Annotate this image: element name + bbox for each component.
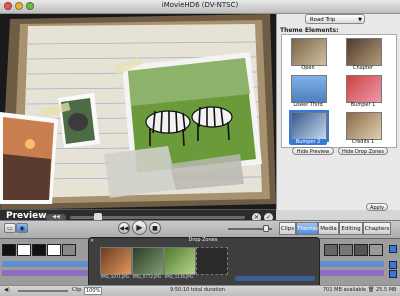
trash-size: 25.5 MB [376, 287, 397, 293]
timeline-clip[interactable] [369, 244, 383, 256]
theme-tile-label: Bumper 1 [350, 102, 376, 108]
window-title: iMovieHD6 (DV-NTSC) [161, 1, 239, 9]
total-duration: 9:50:10 total duration [170, 287, 225, 293]
timeline-clip[interactable] [339, 244, 353, 256]
audio-track[interactable] [320, 261, 384, 267]
theme-select-value: Road Trip [310, 17, 336, 23]
track-visibility-checkbox[interactable] [389, 270, 397, 278]
play-button[interactable]: ▶ [132, 220, 147, 235]
fullscreen-icon: ■ [152, 225, 158, 232]
apply-button[interactable]: Apply [366, 203, 388, 211]
theme-tile-open[interactable] [291, 38, 327, 66]
timeline-clip[interactable] [62, 244, 76, 256]
theme-tile-label: Credits 1 [351, 139, 375, 145]
audio-track-2[interactable] [320, 270, 384, 276]
drop-zone-label: IMG_1116.JPG [165, 274, 193, 279]
theme-tile-label: Lower Third [293, 102, 323, 108]
theme-tile-label: Bumper 2 [289, 139, 327, 145]
title-bar: iMovieHD6 (DV-NTSC) [0, 0, 400, 14]
audio-track-2[interactable] [2, 270, 88, 276]
timeline-view-button[interactable]: ◉ [16, 223, 28, 233]
tab-themes[interactable]: Themes [296, 222, 319, 235]
theme-select[interactable]: Road Trip ▼ [305, 14, 365, 24]
theme-tile-chapter[interactable] [346, 38, 382, 66]
hide-drop-zones-button[interactable]: Hide Drop Zones [338, 147, 388, 155]
drop-zones-header: Drop Zones [188, 237, 218, 243]
zoom-field[interactable]: 100% [84, 287, 103, 295]
tab-editing[interactable]: Editing [339, 222, 363, 235]
timeline-clip[interactable] [32, 244, 46, 256]
drop-zone-3[interactable] [164, 247, 196, 275]
track-visibility-checkbox[interactable] [389, 245, 397, 253]
drop-zones-scrollbar[interactable] [235, 276, 315, 281]
clip-view-button[interactable]: ▭ [4, 223, 16, 233]
hide-preview-button[interactable]: Hide Preview [292, 147, 334, 155]
drop-zone-1[interactable] [100, 247, 132, 275]
timeline-clip[interactable] [324, 244, 338, 256]
drop-zone-label: IMG_1071.JPG [101, 274, 129, 279]
speaker-icon[interactable]: ◀) [4, 287, 10, 293]
drop-zone-2[interactable] [132, 247, 164, 275]
trash-icon[interactable]: 🗑 [368, 287, 374, 293]
drop-zone-empty[interactable] [196, 247, 228, 275]
tab-media[interactable]: Media [318, 222, 339, 235]
theme-tile-label: Chapter [353, 65, 373, 71]
timeline-icon: ◉ [19, 225, 25, 232]
rewind-icon: ◀◀ [119, 225, 129, 232]
theme-tile-bumper-2[interactable] [289, 110, 329, 142]
theme-tile-lower-third[interactable] [291, 75, 327, 103]
status-bar: ◀) Clip 100% 9:50:10 total duration 701 … [0, 285, 400, 296]
chevron-down-icon: ▼ [358, 17, 362, 23]
track-visibility-checkbox[interactable] [389, 261, 397, 269]
close-icon[interactable]: ✕ [90, 238, 94, 244]
theme-tile-bumper-1[interactable] [346, 75, 382, 103]
theme-tile-credits-1[interactable] [346, 112, 382, 140]
tab-chapters[interactable]: Chapters [363, 222, 391, 235]
disk-space: 701 MB available [323, 287, 367, 293]
play-full-screen-button[interactable]: ■ [149, 222, 161, 234]
theme-elements-grid: Open Chapter Lower Third Bumper 1 Bumper… [281, 34, 397, 148]
theme-tile-label: Open [301, 65, 315, 71]
preview-image [0, 14, 276, 210]
audio-track[interactable] [2, 261, 88, 267]
playhead-slider[interactable] [18, 290, 68, 292]
clip-label: Clip [72, 287, 82, 293]
drop-zone-label: IMG_0772.JPG [133, 274, 161, 279]
timeline-clip[interactable] [47, 244, 61, 256]
play-icon: ▶ [136, 223, 143, 232]
timeline-clip[interactable] [354, 244, 368, 256]
timeline-clip[interactable] [17, 244, 31, 256]
volume-slider-handle[interactable] [263, 225, 269, 232]
preview-viewer[interactable] [0, 14, 276, 210]
tab-clips[interactable]: Clips [279, 222, 296, 235]
film-icon: ▭ [7, 225, 13, 232]
timeline-clip[interactable] [2, 244, 16, 256]
rewind-playback-button[interactable]: ◀◀ [118, 222, 130, 234]
theme-elements-label: Theme Elements: [280, 27, 339, 34]
